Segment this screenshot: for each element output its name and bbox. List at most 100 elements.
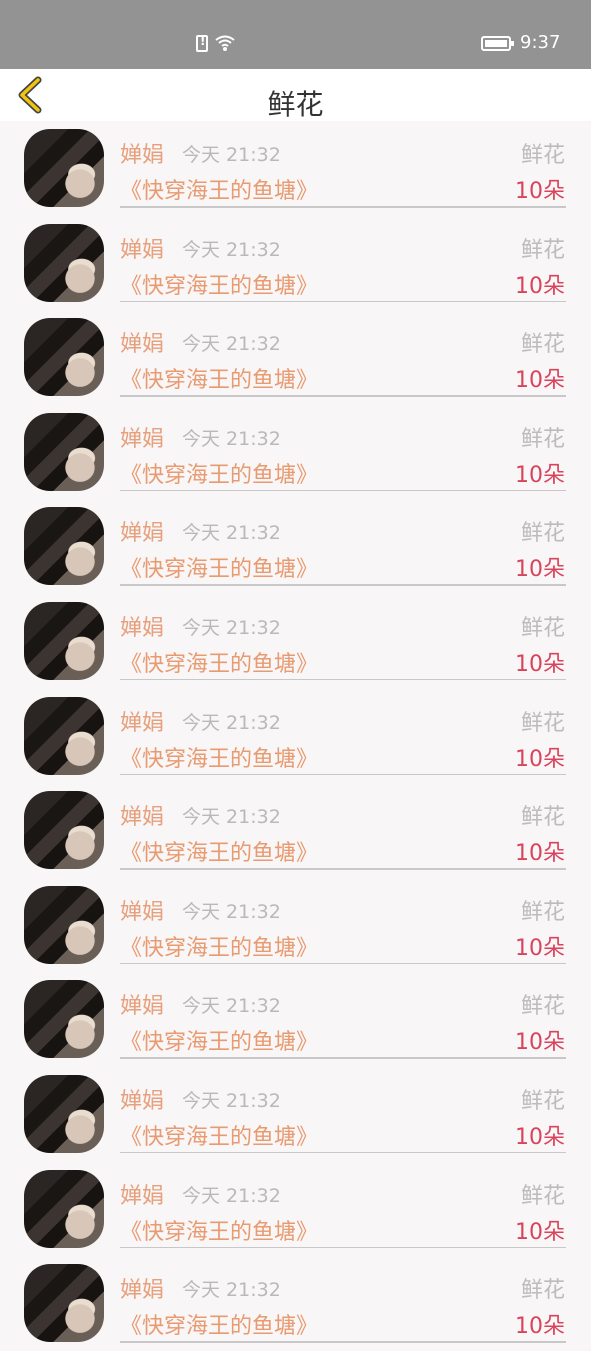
gift-count: 10朵 [515, 746, 565, 772]
user-name: 婵娟 [120, 521, 165, 547]
user-name: 婵娟 [120, 332, 165, 358]
gift-count: 10朵 [515, 462, 565, 488]
avatar [24, 507, 104, 586]
gift-type: 鲜花 [520, 1183, 565, 1209]
avatar [24, 412, 104, 491]
book-title[interactable]: 《快穿海王的鱼塘》 [120, 1024, 318, 1056]
user-name: 婵娟 [120, 426, 165, 452]
gift-count: 10朵 [515, 1314, 565, 1340]
page-title: 鲜花 [267, 88, 324, 121]
book-title[interactable]: 《快穿海王的鱼塘》 [120, 1119, 318, 1151]
gift-type: 鲜花 [520, 994, 565, 1020]
list-item[interactable]: 婵娟 今天 21:32 鲜花 《快穿海王的鱼塘》 10朵 [0, 972, 591, 1067]
status-time: 9:37 [520, 32, 561, 53]
book-title[interactable]: 《快穿海王的鱼塘》 [120, 1214, 318, 1246]
avatar [24, 601, 104, 680]
gift-type: 鲜花 [520, 1278, 565, 1304]
gift-count: 10朵 [515, 935, 565, 961]
avatar [24, 1169, 104, 1248]
row-divider [120, 489, 566, 492]
user-name: 婵娟 [120, 710, 165, 736]
row-divider [120, 962, 566, 965]
row-divider [120, 1151, 566, 1154]
gift-type: 鲜花 [520, 426, 565, 452]
gift-count: 10朵 [515, 1030, 565, 1056]
gift-count: 10朵 [515, 1219, 565, 1245]
avatar [24, 223, 104, 302]
row-divider [120, 206, 566, 208]
row-divider [120, 1341, 566, 1343]
record-time: 今天 21:32 [182, 806, 281, 829]
list-item[interactable]: 婵娟 今天 21:32 鲜花 《快穿海王的鱼塘》 10朵 [0, 1256, 591, 1351]
gift-count: 10朵 [515, 557, 565, 583]
book-title[interactable]: 《快穿海王的鱼塘》 [120, 646, 318, 678]
list-item[interactable]: 婵娟 今天 21:32 鲜花 《快穿海王的鱼塘》 10朵 [0, 783, 591, 878]
row-divider [120, 395, 566, 397]
row-divider [120, 584, 566, 586]
gift-count: 10朵 [515, 368, 565, 394]
user-name: 婵娟 [120, 899, 165, 925]
list-item[interactable]: 婵娟 今天 21:32 鲜花 《快穿海王的鱼塘》 10朵 [0, 1067, 591, 1162]
gift-type: 鲜花 [520, 332, 565, 358]
gift-count: 10朵 [515, 1124, 565, 1150]
battery-icon [481, 36, 514, 51]
gift-count: 10朵 [515, 841, 565, 867]
avatar [24, 1264, 104, 1343]
user-name: 婵娟 [120, 237, 165, 263]
avatar [24, 696, 104, 775]
user-name: 婵娟 [120, 1088, 165, 1114]
user-name: 婵娟 [120, 615, 165, 641]
gift-type: 鲜花 [520, 710, 565, 736]
row-divider [120, 1246, 566, 1249]
record-time: 今天 21:32 [182, 616, 281, 639]
book-title[interactable]: 《快穿海王的鱼塘》 [120, 268, 318, 300]
list-item[interactable]: 婵娟 今天 21:32 鲜花 《快穿海王的鱼塘》 10朵 [0, 689, 591, 784]
gift-type: 鲜花 [520, 899, 565, 925]
gift-type: 鲜花 [520, 521, 565, 547]
avatar [24, 129, 104, 207]
record-time: 今天 21:32 [182, 995, 281, 1018]
book-title[interactable]: 《快穿海王的鱼塘》 [120, 362, 318, 394]
list-item[interactable]: 婵娟 今天 21:32 鲜花 《快穿海王的鱼塘》 10朵 [0, 878, 591, 973]
row-divider [120, 1057, 566, 1059]
record-time: 今天 21:32 [182, 900, 281, 923]
status-icons [196, 33, 236, 53]
list-item[interactable]: 婵娟 今天 21:32 鲜花 《快穿海王的鱼塘》 10朵 [0, 121, 591, 216]
book-title[interactable]: 《快穿海王的鱼塘》 [120, 551, 318, 583]
book-title[interactable]: 《快穿海王的鱼塘》 [120, 741, 318, 773]
book-title[interactable]: 《快穿海王的鱼塘》 [120, 173, 318, 205]
avatar [24, 791, 104, 870]
book-title[interactable]: 《快穿海王的鱼塘》 [120, 930, 318, 962]
list-item[interactable]: 婵娟 今天 21:32 鲜花 《快穿海王的鱼塘》 10朵 [0, 499, 591, 594]
gift-type: 鲜花 [520, 237, 565, 263]
row-divider [120, 773, 566, 776]
user-name: 婵娟 [120, 1278, 165, 1304]
book-title[interactable]: 《快穿海王的鱼塘》 [120, 835, 318, 867]
gift-count: 10朵 [515, 273, 565, 299]
record-time: 今天 21:32 [182, 144, 281, 166]
gift-type: 鲜花 [520, 615, 565, 641]
list-item[interactable]: 婵娟 今天 21:32 鲜花 《快穿海王的鱼塘》 10朵 [0, 1162, 591, 1257]
gift-type: 鲜花 [520, 805, 565, 831]
list-item[interactable]: 婵娟 今天 21:32 鲜花 《快穿海王的鱼塘》 10朵 [0, 405, 591, 500]
record-time: 今天 21:32 [182, 711, 281, 734]
gift-count: 10朵 [515, 651, 565, 677]
user-name: 婵娟 [120, 143, 165, 168]
book-title[interactable]: 《快穿海王的鱼塘》 [120, 1308, 318, 1340]
app-header: 鲜花 [0, 69, 591, 121]
gift-count: 10朵 [515, 179, 565, 204]
user-name: 婵娟 [120, 1183, 165, 1209]
row-divider [120, 868, 566, 870]
book-title[interactable]: 《快穿海王的鱼塘》 [120, 457, 318, 489]
list-item[interactable]: 婵娟 今天 21:32 鲜花 《快穿海王的鱼塘》 10朵 [0, 216, 591, 311]
list-item[interactable]: 婵娟 今天 21:32 鲜花 《快穿海王的鱼塘》 10朵 [0, 594, 591, 689]
record-time: 今天 21:32 [182, 238, 281, 261]
avatar [24, 980, 104, 1059]
flower-record-list: 婵娟 今天 21:32 鲜花 《快穿海王的鱼塘》 10朵 婵娟 今天 21:32… [0, 121, 591, 1351]
list-item[interactable]: 婵娟 今天 21:32 鲜花 《快穿海王的鱼塘》 10朵 [0, 310, 591, 405]
avatar [24, 318, 104, 397]
avatar [24, 885, 104, 964]
record-time: 今天 21:32 [182, 333, 281, 356]
record-time: 今天 21:32 [182, 1279, 281, 1302]
record-time: 今天 21:32 [182, 1184, 281, 1207]
